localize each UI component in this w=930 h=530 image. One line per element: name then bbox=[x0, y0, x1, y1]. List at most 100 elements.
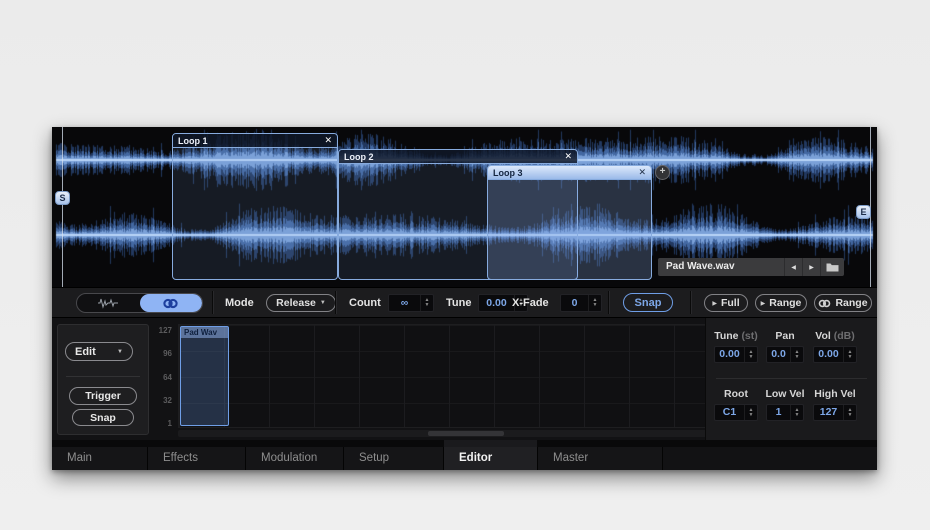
desktop-background: S E Loop 1 ✕ Loop 2 ✕ Loop 3 ✕ bbox=[0, 0, 930, 530]
zone-pan-field[interactable]: 0.0 ▲▼ bbox=[766, 346, 804, 363]
tab-bar-filler bbox=[663, 447, 877, 470]
zone-lowvel-value: 1 bbox=[767, 405, 790, 420]
loop-icon bbox=[162, 298, 179, 309]
sample-end-handle[interactable]: E bbox=[856, 205, 871, 219]
loop-region-1[interactable]: Loop 1 ✕ bbox=[172, 133, 338, 280]
param-highvel-label: High Vel bbox=[809, 388, 861, 400]
xfade-value: 0 bbox=[561, 295, 588, 311]
tab-modulation[interactable]: Modulation bbox=[246, 447, 344, 470]
step-down-icon[interactable]: ▼ bbox=[749, 413, 754, 418]
param-vol-label: Vol (dB) bbox=[810, 330, 860, 342]
play-full-button[interactable]: ▶ Full bbox=[704, 294, 748, 312]
step-down-icon[interactable]: ▼ bbox=[795, 413, 800, 418]
play-icon: ▶ bbox=[712, 300, 717, 307]
zone-root-stepper[interactable]: ▲▼ bbox=[744, 405, 757, 420]
toolbar-divider bbox=[212, 291, 213, 314]
param-pan-label: Pan bbox=[766, 330, 804, 342]
snap-toggle-button[interactable]: Snap bbox=[623, 293, 673, 312]
loop-range-button[interactable]: Range bbox=[814, 294, 872, 312]
close-icon[interactable]: ✕ bbox=[564, 152, 572, 161]
tab-master[interactable]: Master bbox=[538, 447, 663, 470]
mode-dropdown[interactable]: Release ▼ bbox=[266, 294, 336, 312]
sample-file-bar: Pad Wave.wav ◀ ▶ bbox=[658, 258, 844, 276]
browse-sample-button[interactable] bbox=[820, 258, 844, 276]
step-down-icon[interactable]: ▼ bbox=[749, 355, 754, 360]
step-down-icon[interactable]: ▼ bbox=[425, 303, 430, 308]
sample-start-line[interactable] bbox=[62, 127, 63, 287]
close-icon[interactable]: ✕ bbox=[324, 136, 332, 145]
tab-main[interactable]: Main bbox=[52, 447, 148, 470]
param-root-label: Root bbox=[714, 388, 758, 400]
waveform-view-segment[interactable] bbox=[77, 294, 140, 312]
step-down-icon[interactable]: ▼ bbox=[848, 355, 853, 360]
velocity-tick: 1 bbox=[168, 419, 172, 428]
loop-toolbar: Mode Release ▼ Count ∞ ▲▼ Tune 0.00 ▲▼ X… bbox=[52, 287, 877, 317]
zone-pan-stepper[interactable]: ▲▼ bbox=[790, 347, 803, 362]
zone-vol-stepper[interactable]: ▲▼ bbox=[843, 347, 856, 362]
zone-root-field[interactable]: C1 ▲▼ bbox=[714, 404, 758, 421]
vol-text: Vol bbox=[815, 330, 831, 342]
add-loop-button[interactable]: + bbox=[655, 165, 670, 180]
folder-icon bbox=[826, 262, 839, 272]
zone-scrollbar[interactable] bbox=[178, 430, 712, 437]
loop-1-titlebar[interactable]: Loop 1 ✕ bbox=[173, 134, 337, 148]
zone-highvel-value: 127 bbox=[814, 405, 843, 420]
count-stepper[interactable]: ▲▼ bbox=[420, 295, 433, 311]
zone-scrollbar-thumb[interactable] bbox=[428, 431, 504, 436]
count-label: Count bbox=[349, 288, 381, 318]
view-mode-toggle[interactable] bbox=[76, 293, 203, 313]
param-lowvel-label: Low Vel bbox=[762, 388, 808, 400]
sampler-editor-window: S E Loop 1 ✕ Loop 2 ✕ Loop 3 ✕ bbox=[52, 127, 877, 470]
zone-editor-section: Edit ▼ Trigger Snap 127 96 64 32 1 Pad W… bbox=[52, 317, 877, 440]
toolbar-divider bbox=[690, 291, 691, 314]
count-field[interactable]: ∞ ▲▼ bbox=[388, 294, 434, 312]
play-range-label: Range bbox=[769, 297, 801, 309]
tab-editor[interactable]: Editor bbox=[444, 447, 538, 470]
prev-icon: ◀ bbox=[791, 264, 796, 271]
zone-lowvel-field[interactable]: 1 ▲▼ bbox=[766, 404, 804, 421]
trigger-button[interactable]: Trigger bbox=[69, 387, 137, 405]
key-zone-grid[interactable] bbox=[178, 324, 712, 428]
tab-effects[interactable]: Effects bbox=[148, 447, 246, 470]
waveform-icon bbox=[97, 297, 119, 309]
waveform-display[interactable]: S E Loop 1 ✕ Loop 2 ✕ Loop 3 ✕ bbox=[52, 127, 877, 287]
zone-highvel-stepper[interactable]: ▲▼ bbox=[843, 405, 856, 420]
tune-value: 0.00 bbox=[479, 295, 514, 311]
xfade-field[interactable]: 0 ▲▼ bbox=[560, 294, 602, 312]
close-icon[interactable]: ✕ bbox=[638, 168, 646, 177]
toolbar-divider bbox=[335, 291, 336, 314]
zone-tune-field[interactable]: 0.00 ▲▼ bbox=[714, 346, 758, 363]
zone-highvel-field[interactable]: 127 ▲▼ bbox=[813, 404, 857, 421]
step-down-icon[interactable]: ▼ bbox=[593, 303, 598, 308]
count-value: ∞ bbox=[389, 295, 420, 311]
loop-view-segment[interactable] bbox=[140, 294, 203, 312]
sample-zone-label: Pad Wav bbox=[181, 327, 228, 338]
loop-2-titlebar[interactable]: Loop 2 ✕ bbox=[339, 150, 577, 164]
sample-filename[interactable]: Pad Wave.wav bbox=[658, 258, 784, 276]
xfade-stepper[interactable]: ▲▼ bbox=[588, 295, 601, 311]
tune-text: Tune bbox=[714, 330, 738, 342]
zone-tune-stepper[interactable]: ▲▼ bbox=[744, 347, 757, 362]
loop-region-3[interactable]: Loop 3 ✕ bbox=[487, 165, 652, 280]
loop-2-label: Loop 2 bbox=[344, 152, 374, 162]
step-down-icon[interactable]: ▼ bbox=[848, 413, 853, 418]
step-down-icon[interactable]: ▼ bbox=[795, 355, 800, 360]
zone-lowvel-stepper[interactable]: ▲▼ bbox=[790, 405, 803, 420]
toolbar-divider bbox=[608, 291, 609, 314]
tab-setup[interactable]: Setup bbox=[344, 447, 444, 470]
previous-sample-button[interactable]: ◀ bbox=[784, 258, 802, 276]
vol-unit: (dB) bbox=[834, 330, 855, 342]
tune-unit: (st) bbox=[741, 330, 757, 342]
play-range-button[interactable]: ▶ Range bbox=[755, 294, 807, 312]
next-sample-button[interactable]: ▶ bbox=[802, 258, 820, 276]
zone-snap-button[interactable]: Snap bbox=[72, 409, 134, 426]
zone-tune-value: 0.00 bbox=[715, 347, 744, 362]
zone-vol-field[interactable]: 0.00 ▲▼ bbox=[813, 346, 857, 363]
loop-icon bbox=[818, 299, 831, 308]
chevron-down-icon: ▼ bbox=[117, 349, 123, 355]
loop-3-titlebar[interactable]: Loop 3 ✕ bbox=[488, 166, 651, 180]
sample-start-handle[interactable]: S bbox=[55, 191, 70, 205]
sample-zone[interactable]: Pad Wav bbox=[180, 326, 229, 426]
edit-dropdown[interactable]: Edit ▼ bbox=[65, 342, 133, 361]
page-tab-bar: Main Effects Modulation Setup Editor Mas… bbox=[52, 447, 877, 470]
